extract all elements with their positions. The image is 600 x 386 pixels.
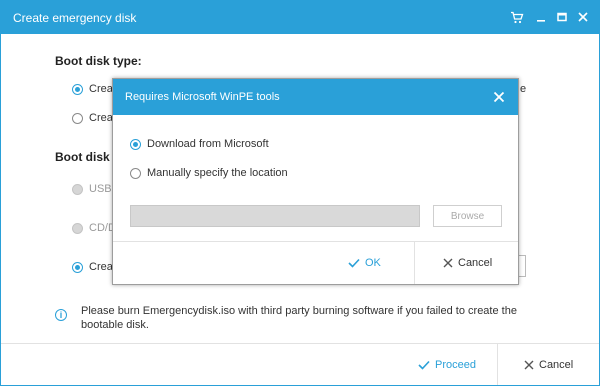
window-title: Create emergency disk [13, 11, 137, 25]
cancel-button[interactable]: Cancel [524, 359, 573, 371]
dialog-title: Requires Microsoft WinPE tools [125, 91, 280, 103]
boot-type-option-1-label-tail: e [520, 83, 527, 95]
info-text: Please burn Emergencydisk.iso with third… [81, 305, 517, 331]
boot-type-option-1[interactable]: Creat [72, 83, 116, 95]
manually-specify-option[interactable]: Manually specify the location [130, 167, 288, 179]
dialog-titlebar: Requires Microsoft WinPE tools [113, 79, 518, 115]
x-icon [524, 360, 534, 370]
dialog-cancel-button[interactable]: Cancel [443, 257, 492, 269]
close-icon[interactable] [573, 7, 593, 27]
radio-unchecked-icon[interactable] [130, 167, 141, 179]
x-icon [443, 258, 453, 268]
winpe-tools-dialog: Requires Microsoft WinPE tools Download … [112, 78, 519, 285]
radio-disabled-icon [72, 183, 83, 195]
browse-button[interactable]: Browse [433, 205, 502, 227]
ok-button[interactable]: OK [348, 257, 381, 269]
cancel-button-label: Cancel [539, 359, 574, 371]
window-footer [1, 343, 599, 385]
radio-unchecked-icon[interactable] [72, 112, 83, 124]
ok-button-label: OK [365, 257, 381, 269]
location-path-input[interactable] [130, 205, 420, 227]
dialog-footer-divider [414, 241, 415, 284]
download-from-microsoft-option[interactable]: Download from Microsoft [130, 138, 269, 150]
cart-icon[interactable] [507, 7, 527, 27]
location-option-cd: CD/D [72, 222, 116, 234]
radio-checked-icon[interactable] [72, 83, 83, 95]
window-titlebar: Create emergency disk [1, 1, 599, 34]
boot-type-option-2[interactable]: Creat [72, 112, 116, 124]
radio-disabled-icon [72, 222, 83, 234]
dialog-close-icon[interactable] [492, 90, 506, 104]
dialog-cancel-button-label: Cancel [458, 257, 493, 269]
minimize-icon[interactable] [531, 7, 551, 27]
radio-checked-icon[interactable] [72, 261, 83, 273]
info-icon: i [55, 309, 67, 321]
check-icon [348, 258, 360, 268]
location-option-usb-label: USB [89, 183, 112, 195]
manually-specify-label: Manually specify the location [147, 167, 288, 179]
download-from-microsoft-label: Download from Microsoft [147, 138, 269, 150]
boot-disk-type-heading: Boot disk type: [55, 54, 142, 68]
radio-checked-icon[interactable] [130, 138, 141, 150]
footer-divider [497, 343, 498, 385]
maximize-icon[interactable] [552, 7, 572, 27]
proceed-button[interactable]: Proceed [418, 359, 476, 371]
check-icon [418, 360, 430, 370]
location-option-create[interactable]: Creat [72, 261, 116, 273]
proceed-button-label: Proceed [435, 359, 476, 371]
location-option-usb: USB [72, 183, 112, 195]
